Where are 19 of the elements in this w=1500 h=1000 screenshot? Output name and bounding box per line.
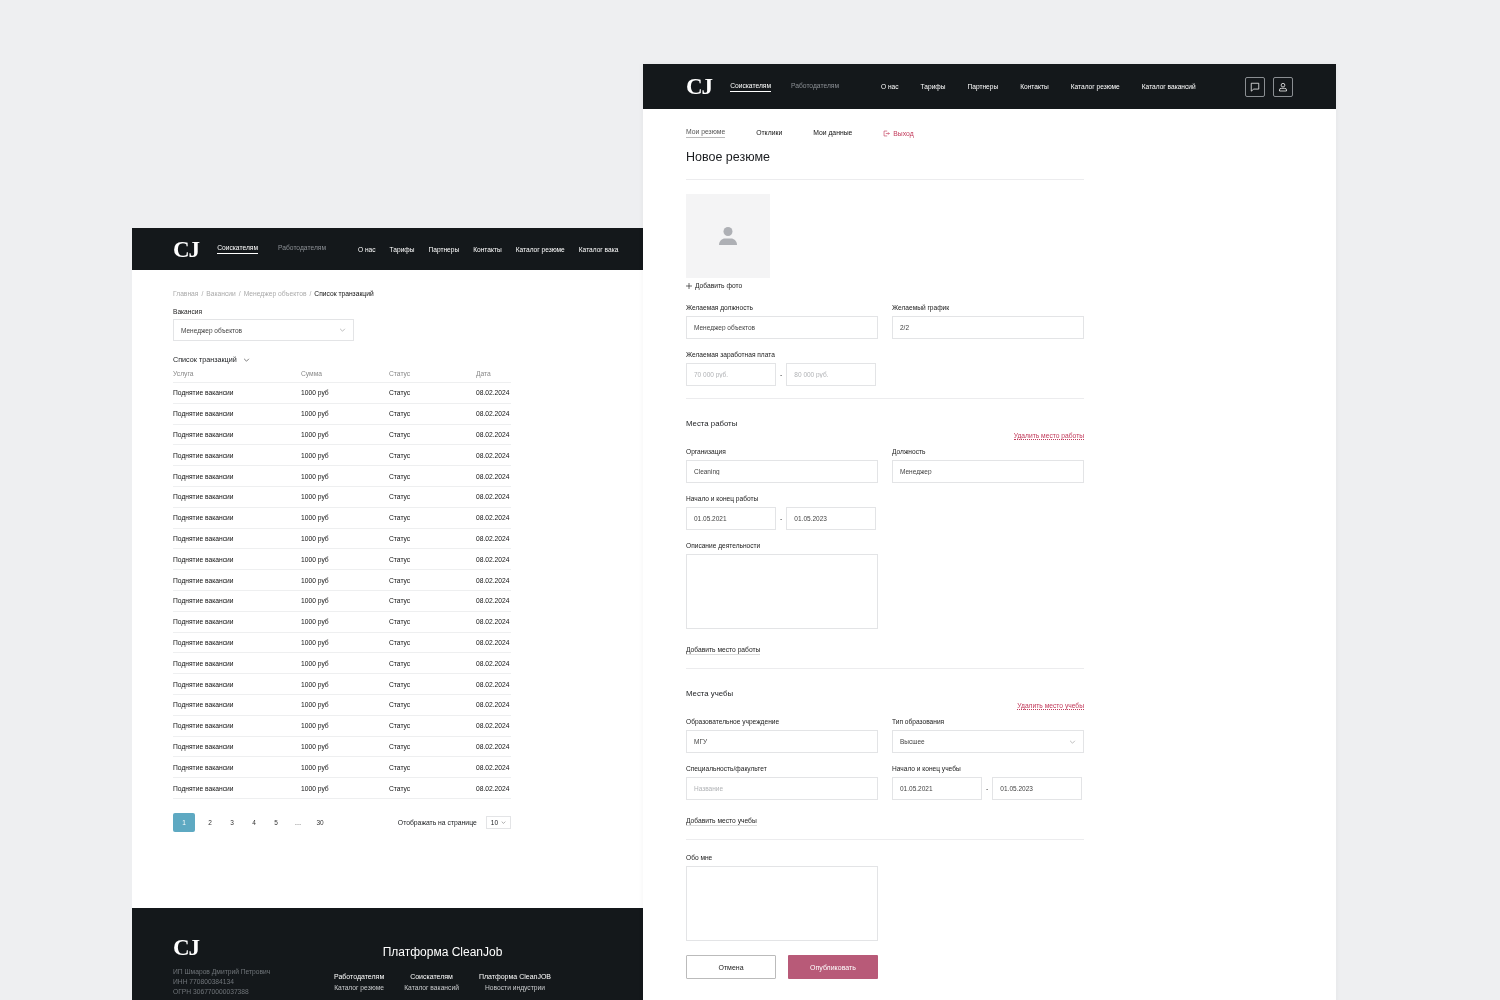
logo[interactable]: CJ <box>173 237 200 261</box>
chat-bubble-icon <box>1250 81 1260 92</box>
text-area[interactable] <box>686 554 878 629</box>
messages-button[interactable] <box>1245 76 1265 97</box>
chevron-down-icon <box>339 328 346 332</box>
page-title: Новое резюме <box>686 149 771 165</box>
user-icon <box>1278 81 1288 92</box>
footer-title: Платформа CleanJob <box>382 945 503 959</box>
plus-icon <box>686 282 692 289</box>
chevron-down-icon <box>1069 739 1076 744</box>
text-area[interactable] <box>686 866 878 941</box>
logo[interactable]: CJ <box>686 75 713 98</box>
photo-placeholder[interactable] <box>686 194 770 278</box>
exit-icon <box>883 129 891 137</box>
chevron-down-icon <box>501 820 506 824</box>
person-silhouette-icon <box>716 224 740 248</box>
profile-button[interactable] <box>1273 76 1293 97</box>
logo[interactable]: CJ <box>173 936 323 959</box>
chevron-down-icon[interactable] <box>242 357 250 362</box>
